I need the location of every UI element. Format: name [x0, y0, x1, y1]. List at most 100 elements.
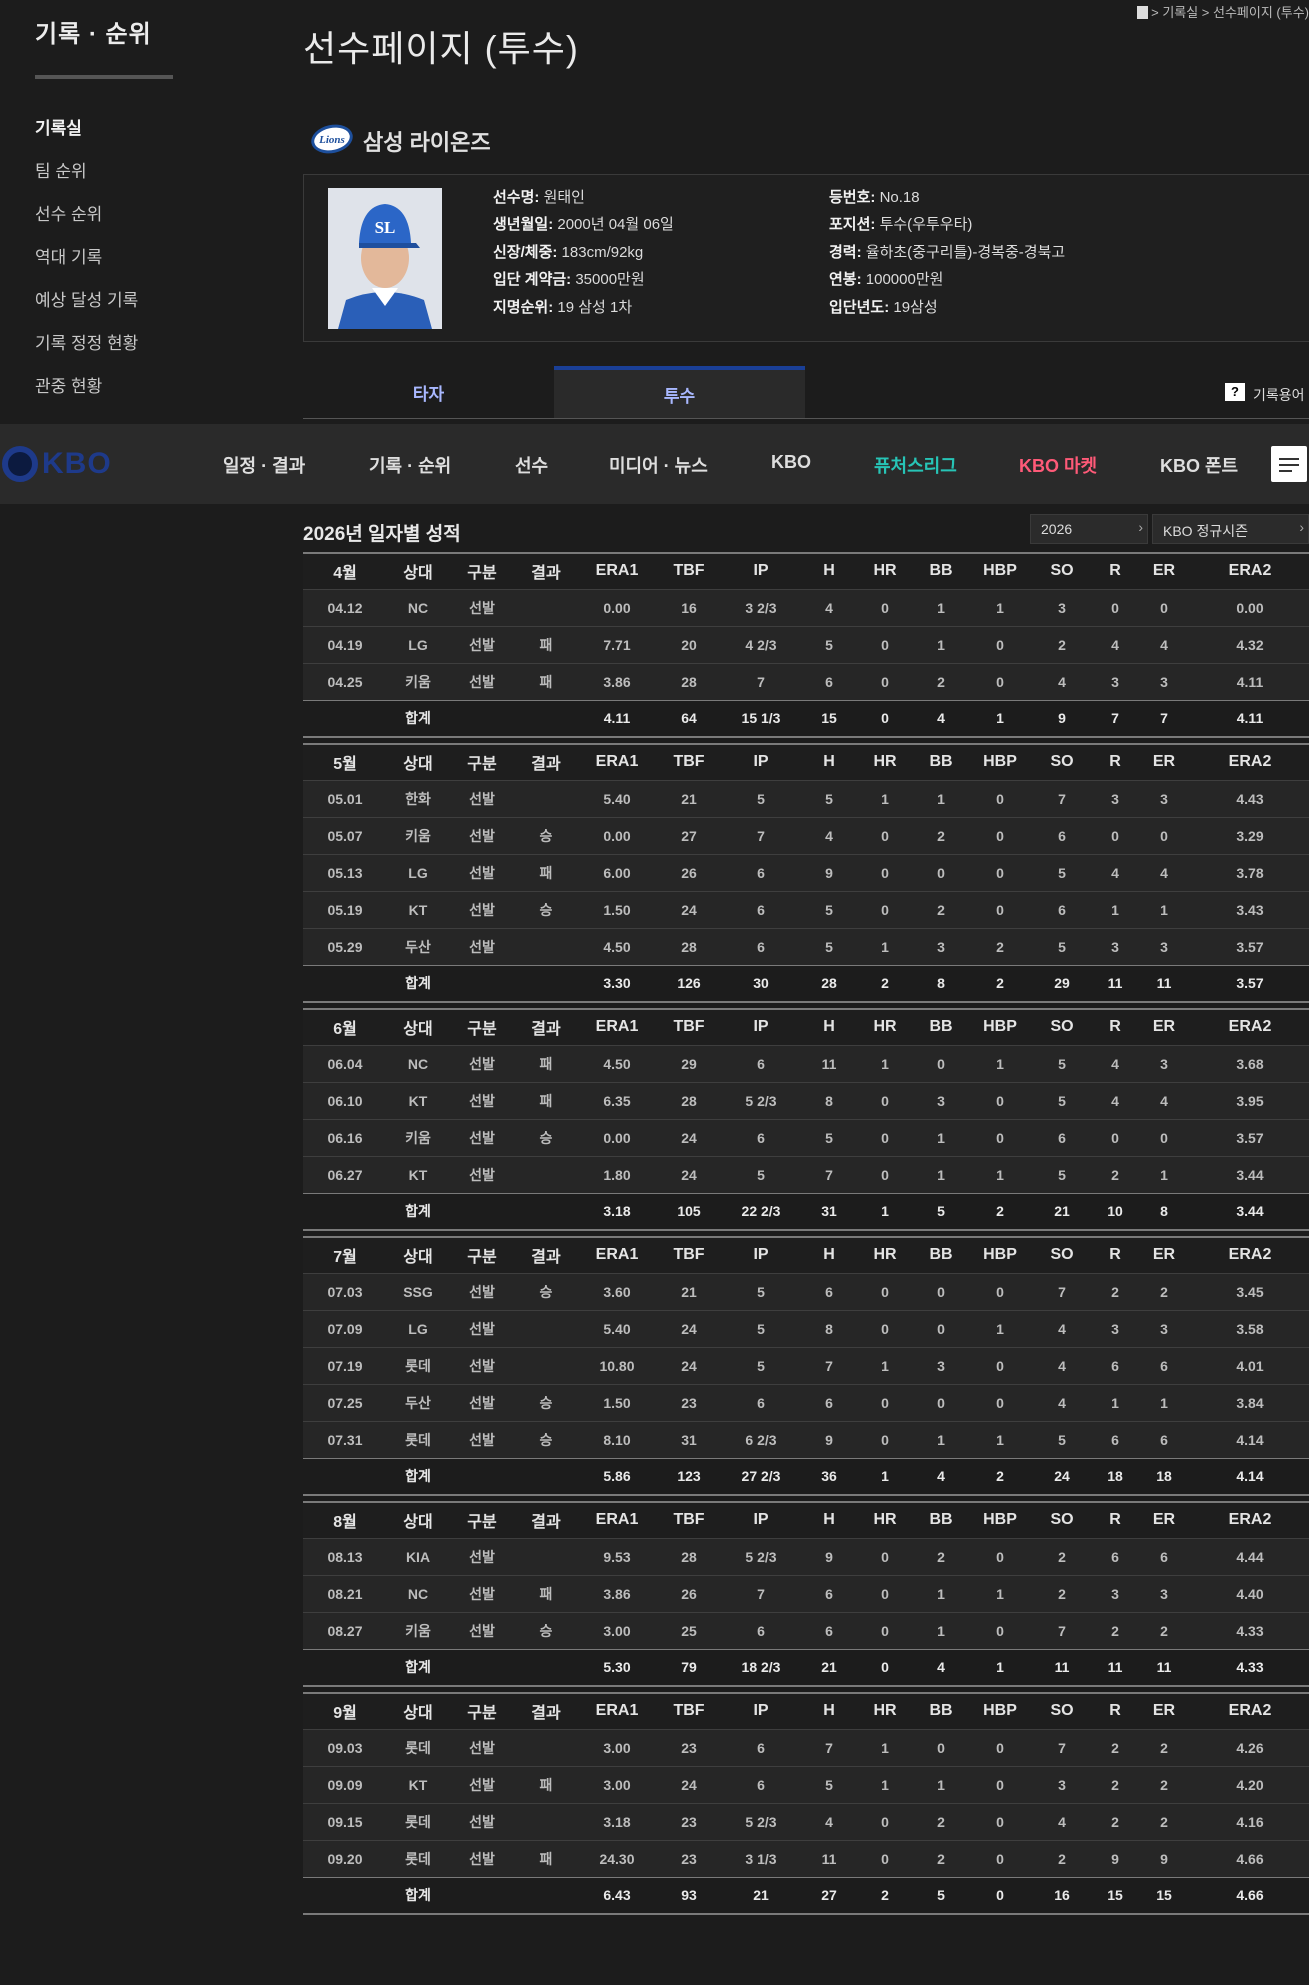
- kbo-logo-icon: [2, 446, 38, 482]
- sidebar-item[interactable]: 예상 달성 기록: [35, 286, 138, 311]
- column-header: 상대: [403, 565, 433, 583]
- table-cell: 07.19: [327, 1357, 363, 1374]
- sidebar-item[interactable]: 팀 순위: [35, 157, 87, 182]
- table-cell: 5: [937, 1203, 945, 1220]
- table-cell: 롯데: [405, 1850, 431, 1867]
- glossary-link[interactable]: 기록용어: [1253, 385, 1305, 405]
- table-cell: 1: [996, 1431, 1004, 1448]
- table-cell: 4.33: [1236, 1659, 1264, 1676]
- table-cell: 4.44: [1236, 1548, 1264, 1565]
- table-cell: 0: [881, 636, 889, 653]
- player-info-value: 2000년 04월 06일: [557, 216, 674, 233]
- table-cell: 2: [937, 1850, 945, 1867]
- table-cell: 0: [996, 1739, 1004, 1756]
- table-cell: 0: [881, 1850, 889, 1867]
- season-select[interactable]: KBO 정규시즌: [1152, 514, 1309, 544]
- table-cell: 64: [681, 710, 697, 727]
- column-header: R: [1109, 1511, 1121, 1529]
- table-cell: 선발: [469, 864, 495, 881]
- column-header: IP: [753, 753, 769, 771]
- month-table: 9월 상대 구분 결과 ERA1 TBF IP H HR BB HBP SO R ER ERA2 09.03 롯…: [303, 1692, 1309, 1915]
- home-icon[interactable]: [1137, 6, 1149, 19]
- column-header: 상대: [403, 1249, 433, 1267]
- gnb-item[interactable]: 선수: [515, 452, 548, 478]
- breadcrumb-text[interactable]: > 기록실 > 선수페이지 (투수): [1151, 5, 1309, 20]
- table-cell: 3: [1111, 790, 1119, 807]
- table-cell: 3.43: [1236, 901, 1264, 918]
- sidebar-item[interactable]: 기록 정정 현황: [35, 329, 138, 354]
- column-header: 결과: [531, 1514, 561, 1532]
- sidebar-item[interactable]: 관중 현황: [35, 372, 102, 397]
- table-cell: 4.11: [1236, 673, 1264, 690]
- table-cell: 선발: [469, 901, 495, 918]
- table-cell: 5: [1058, 1055, 1066, 1072]
- menu-toggle-icon[interactable]: [1271, 446, 1307, 482]
- table-cell: [303, 965, 387, 1002]
- table-cell: 1: [1111, 1394, 1119, 1411]
- sidebar-item[interactable]: 선수 순위: [35, 200, 102, 225]
- table-cell: 05.19: [327, 901, 363, 918]
- player-info-row: 생년월일: 2000년 04월 06일: [493, 213, 674, 234]
- table-cell: 08.27: [327, 1622, 363, 1639]
- column-header: ERA1: [595, 562, 639, 580]
- table-cell: 28: [681, 673, 697, 690]
- column-header: 결과: [531, 1249, 561, 1267]
- table-cell: 36: [821, 1468, 837, 1485]
- table-cell: 06.04: [327, 1055, 363, 1072]
- table-row: 06.10 KT 선발 패 6.35 28 5 2/3 8 0 3 0 5 4 4 3.95: [303, 1082, 1309, 1119]
- table-cell: 29: [1054, 975, 1070, 992]
- gnb-item[interactable]: 퓨처스리그: [874, 452, 957, 478]
- gnb-item[interactable]: KBO 폰트: [1160, 452, 1238, 478]
- table-cell: 28: [821, 975, 837, 992]
- column-header: ERA2: [1228, 753, 1272, 771]
- table-cell: 3.60: [603, 1283, 631, 1300]
- gnb-item[interactable]: 일정 · 결과: [223, 452, 305, 478]
- table-cell: 2: [1111, 1283, 1119, 1300]
- help-icon[interactable]: ?: [1225, 383, 1245, 401]
- gnb-item[interactable]: KBO: [771, 452, 811, 473]
- table-cell: 선발: [469, 1776, 495, 1793]
- column-header: H: [823, 1511, 835, 1529]
- column-header: IP: [753, 1702, 769, 1720]
- tab-pitcher[interactable]: 투수: [554, 366, 805, 418]
- team-logo-text: Lions: [318, 134, 345, 146]
- table-cell: 4.40: [1236, 1585, 1264, 1602]
- table-cell: 1: [1160, 1394, 1168, 1411]
- player-info-row: 입단년도: 19삼성: [829, 296, 938, 317]
- table-cell: 3.30: [603, 975, 631, 992]
- table-cell: 1: [881, 1055, 889, 1072]
- table-cell: 승: [539, 1431, 553, 1448]
- table-cell: 7: [1058, 1739, 1066, 1756]
- sidebar-item[interactable]: 기록실: [35, 114, 82, 139]
- year-select[interactable]: 2026: [1030, 514, 1148, 544]
- tab-batter[interactable]: 타자: [303, 366, 554, 418]
- table-cell: 3.18: [603, 1813, 631, 1830]
- table-cell: 7: [1058, 1622, 1066, 1639]
- table-cell: 5 2/3: [745, 1548, 777, 1565]
- gnb-item[interactable]: KBO 마켓: [1019, 452, 1097, 478]
- gnb-item[interactable]: 기록 · 순위: [369, 452, 451, 478]
- gnb-item[interactable]: 미디어 · 뉴스: [609, 452, 708, 478]
- table-cell: 31: [821, 1203, 837, 1220]
- table-cell: 6: [757, 1129, 765, 1146]
- table-cell: NC: [407, 1585, 429, 1602]
- table-cell: 07.03: [327, 1283, 363, 1300]
- table-cell: 3: [1111, 1585, 1119, 1602]
- table-cell: 08.13: [327, 1548, 363, 1565]
- table-cell: 1: [937, 790, 945, 807]
- sidebar-item[interactable]: 역대 기록: [35, 243, 102, 268]
- table-cell: 0: [881, 1092, 889, 1109]
- column-header: 결과: [531, 1021, 561, 1039]
- column-header: HR: [873, 1018, 897, 1036]
- table-cell: [449, 1193, 515, 1230]
- table-cell: 0: [1160, 1129, 1168, 1146]
- table-cell: 9: [825, 1431, 833, 1448]
- kbo-logo[interactable]: KBO: [2, 442, 112, 486]
- section-title: 2026년 일자별 성적: [303, 524, 461, 545]
- table-cell: 3.44: [1236, 1203, 1264, 1220]
- table-cell: 4: [1058, 1394, 1066, 1411]
- table-cell: 5: [825, 1129, 833, 1146]
- table-cell: 10: [1107, 1203, 1123, 1220]
- table-cell: 4: [1160, 636, 1168, 653]
- table-cell: 11: [1156, 1659, 1172, 1676]
